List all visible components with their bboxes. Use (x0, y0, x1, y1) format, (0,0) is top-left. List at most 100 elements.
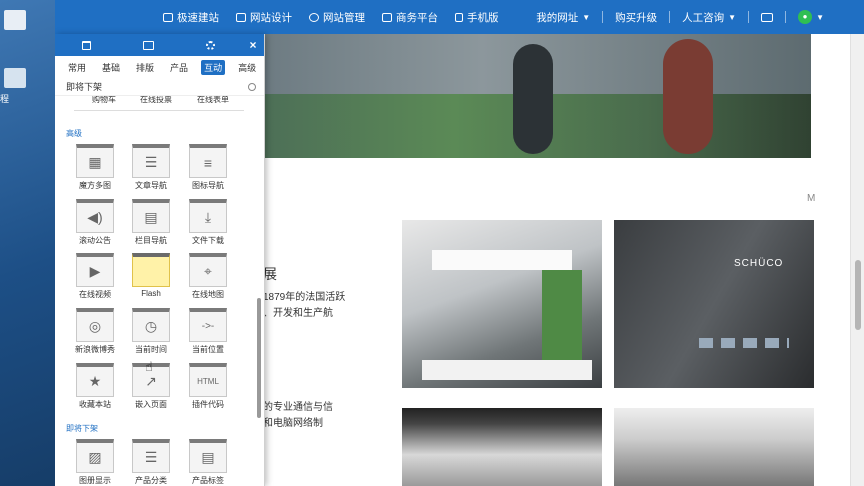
booth-screens (699, 338, 789, 348)
chat-icon (761, 12, 774, 22)
desktop-app-icon[interactable] (4, 68, 26, 88)
body-text: 、开发和生产航 (263, 308, 333, 319)
flash-icon (132, 253, 170, 287)
nav-label: 极速建站 (177, 11, 219, 24)
desktop-file-icon[interactable] (4, 10, 26, 30)
nav-site-manage[interactable]: 网站管理 (309, 0, 365, 34)
list-icon: ☰ (132, 439, 170, 473)
widget-tile-product-category[interactable]: ☰ 产品分类 (121, 439, 181, 486)
body-text: 1879年的法国活跃 (263, 292, 346, 303)
subtab-interactive[interactable]: 互动 (201, 59, 226, 75)
nav-label: 手机版 (467, 11, 499, 24)
tile-label: 产品标签 (192, 476, 224, 485)
widget-tile-favorite[interactable]: ★ 收藏本站 (65, 363, 125, 410)
panel-close-button[interactable]: × (242, 34, 264, 56)
page-scrollbar[interactable] (850, 34, 864, 486)
user-menu[interactable]: ● ▼ (798, 0, 824, 34)
panel-tabs: × (55, 34, 264, 56)
service-menu[interactable]: 人工咨询 ▼ (682, 0, 736, 34)
widget-tile-scroll-notice[interactable]: ◀) 滚动公告 (65, 199, 125, 246)
widget-tile-online-map[interactable]: ⌖ 在线地图 (178, 253, 238, 300)
tab-settings[interactable] (180, 34, 242, 56)
image-icon: ▨ (76, 439, 114, 473)
divider (785, 11, 787, 23)
scrollbar-thumb[interactable] (855, 260, 861, 330)
widget-tile-cube-gallery[interactable]: ▦ 魔方多图 (65, 144, 125, 191)
map-pin-icon: ⌖ (189, 253, 227, 287)
tile-label: 文件下载 (192, 236, 224, 245)
widget-tile[interactable]: 在线投票 (126, 96, 186, 105)
booth-floor (422, 360, 592, 380)
widget-tile[interactable]: 购物车 (74, 96, 134, 105)
tile-label: 图标导航 (192, 181, 224, 190)
tab-add-widget[interactable] (55, 34, 117, 56)
chevron-down-icon: ▼ (816, 12, 824, 22)
brand-logo-text: SCHÜCO (734, 258, 784, 269)
widget-tile-weibo[interactable]: ◎ 新浪微博秀 (65, 308, 125, 355)
add-widget-icon (81, 40, 91, 50)
monitor-icon (236, 12, 246, 22)
star-icon: ★ (76, 363, 114, 397)
widget-tile-product-tag[interactable]: ▤ 产品标签 (178, 439, 238, 486)
page-content: 展 1879年的法国活跃 、开发和生产航 的专业通信与信 和电脑网络制 SCHÜ… (263, 158, 853, 486)
top-navigation-bar: 极速建站 网站设计 网站管理 商务平台 手机版 我的网址 ▼ 购买升级 人工咨询 ▼… (55, 0, 864, 34)
tab-layout[interactable] (117, 34, 179, 56)
nav-site-design[interactable]: 网站设计 (236, 0, 292, 34)
subtab-common[interactable]: 常用 (65, 60, 89, 75)
tile-label: 收藏本站 (79, 400, 111, 409)
widget-tile-flash[interactable]: Flash (121, 253, 181, 298)
message-button[interactable] (761, 0, 774, 34)
nav-business[interactable]: 商务平台 (382, 0, 438, 34)
tile-label: 在线表单 (197, 96, 229, 104)
gallery-image[interactable] (402, 220, 602, 388)
widget-tile-current-time[interactable]: ◷ 当前时间 (121, 308, 181, 355)
widget-tile-online-video[interactable]: ▶ 在线视频 (65, 253, 125, 300)
gallery-image[interactable] (614, 408, 814, 486)
widget-tile-current-location[interactable]: ->- 当前位置 (178, 308, 238, 355)
nav-mobile[interactable]: 手机版 (455, 0, 499, 34)
column-icon: ▤ (132, 199, 170, 233)
my-site-label: 我的网址 (536, 11, 579, 24)
panel-subtabs: 常用 基础 排版 产品 互动 高级 (55, 56, 264, 78)
gallery-image[interactable] (402, 408, 602, 486)
widget-tile[interactable]: 在线表单 (183, 96, 243, 105)
nav-quick-build[interactable]: 极速建站 (163, 0, 219, 34)
widget-tile-column-nav[interactable]: ▤ 栏目导航 (121, 199, 181, 246)
nav-label: 网站设计 (250, 11, 292, 24)
divider (74, 110, 244, 111)
buy-upgrade-link[interactable]: 购买升级 (615, 0, 657, 34)
widget-tile-plugin-code[interactable]: HTML 插件代码 (178, 363, 238, 410)
my-site-menu[interactable]: 我的网址 ▼ (536, 0, 590, 34)
grid-icon: ▦ (76, 144, 114, 178)
list-icon: ≡ (189, 144, 227, 178)
browser-window: 极速建站 网站设计 网站管理 商务平台 手机版 我的网址 ▼ 购买升级 人工咨询 ▼… (55, 0, 864, 486)
service-label: 人工咨询 (682, 11, 725, 24)
widget-tile-article-nav[interactable]: ☰ 文章导航 (121, 144, 181, 191)
tile-label: Flash (141, 289, 161, 298)
tile-label: 插件代码 (192, 400, 224, 409)
widget-tile-album[interactable]: ▨ 图册显示 (65, 439, 125, 486)
avatar: ● (798, 10, 813, 24)
subtab-product[interactable]: 产品 (167, 60, 191, 75)
search-input[interactable]: 即将下架 (66, 80, 102, 93)
desktop-icon-label: 程 (0, 94, 10, 104)
search-icon[interactable] (248, 82, 256, 91)
play-icon: ▶ (76, 253, 114, 287)
subtab-basic[interactable]: 基础 (99, 60, 123, 75)
gear-icon (206, 40, 216, 50)
widget-tile-file-download[interactable]: ⤓ 文件下载 (178, 199, 238, 246)
subtab-layout[interactable]: 排版 (133, 60, 157, 75)
panel-scrollbar[interactable] (257, 298, 261, 418)
hero-figure (663, 39, 713, 154)
widget-search[interactable]: 即将下架 (55, 78, 264, 96)
tile-label: 购物车 (92, 96, 116, 104)
subtab-advanced[interactable]: 高级 (235, 60, 259, 75)
tile-label: 在线投票 (140, 96, 172, 104)
gallery-image[interactable]: SCHÜCO (614, 220, 814, 388)
tile-label: 新浪微博秀 (75, 345, 115, 354)
widget-tile-icon-nav[interactable]: ≡ 图标导航 (178, 144, 238, 191)
section-title-advanced: 高级 (66, 129, 82, 138)
body-text: 的专业通信与信 (263, 402, 333, 413)
desktop-background: 程 (0, 0, 55, 486)
tile-label: 在线视频 (79, 290, 111, 299)
